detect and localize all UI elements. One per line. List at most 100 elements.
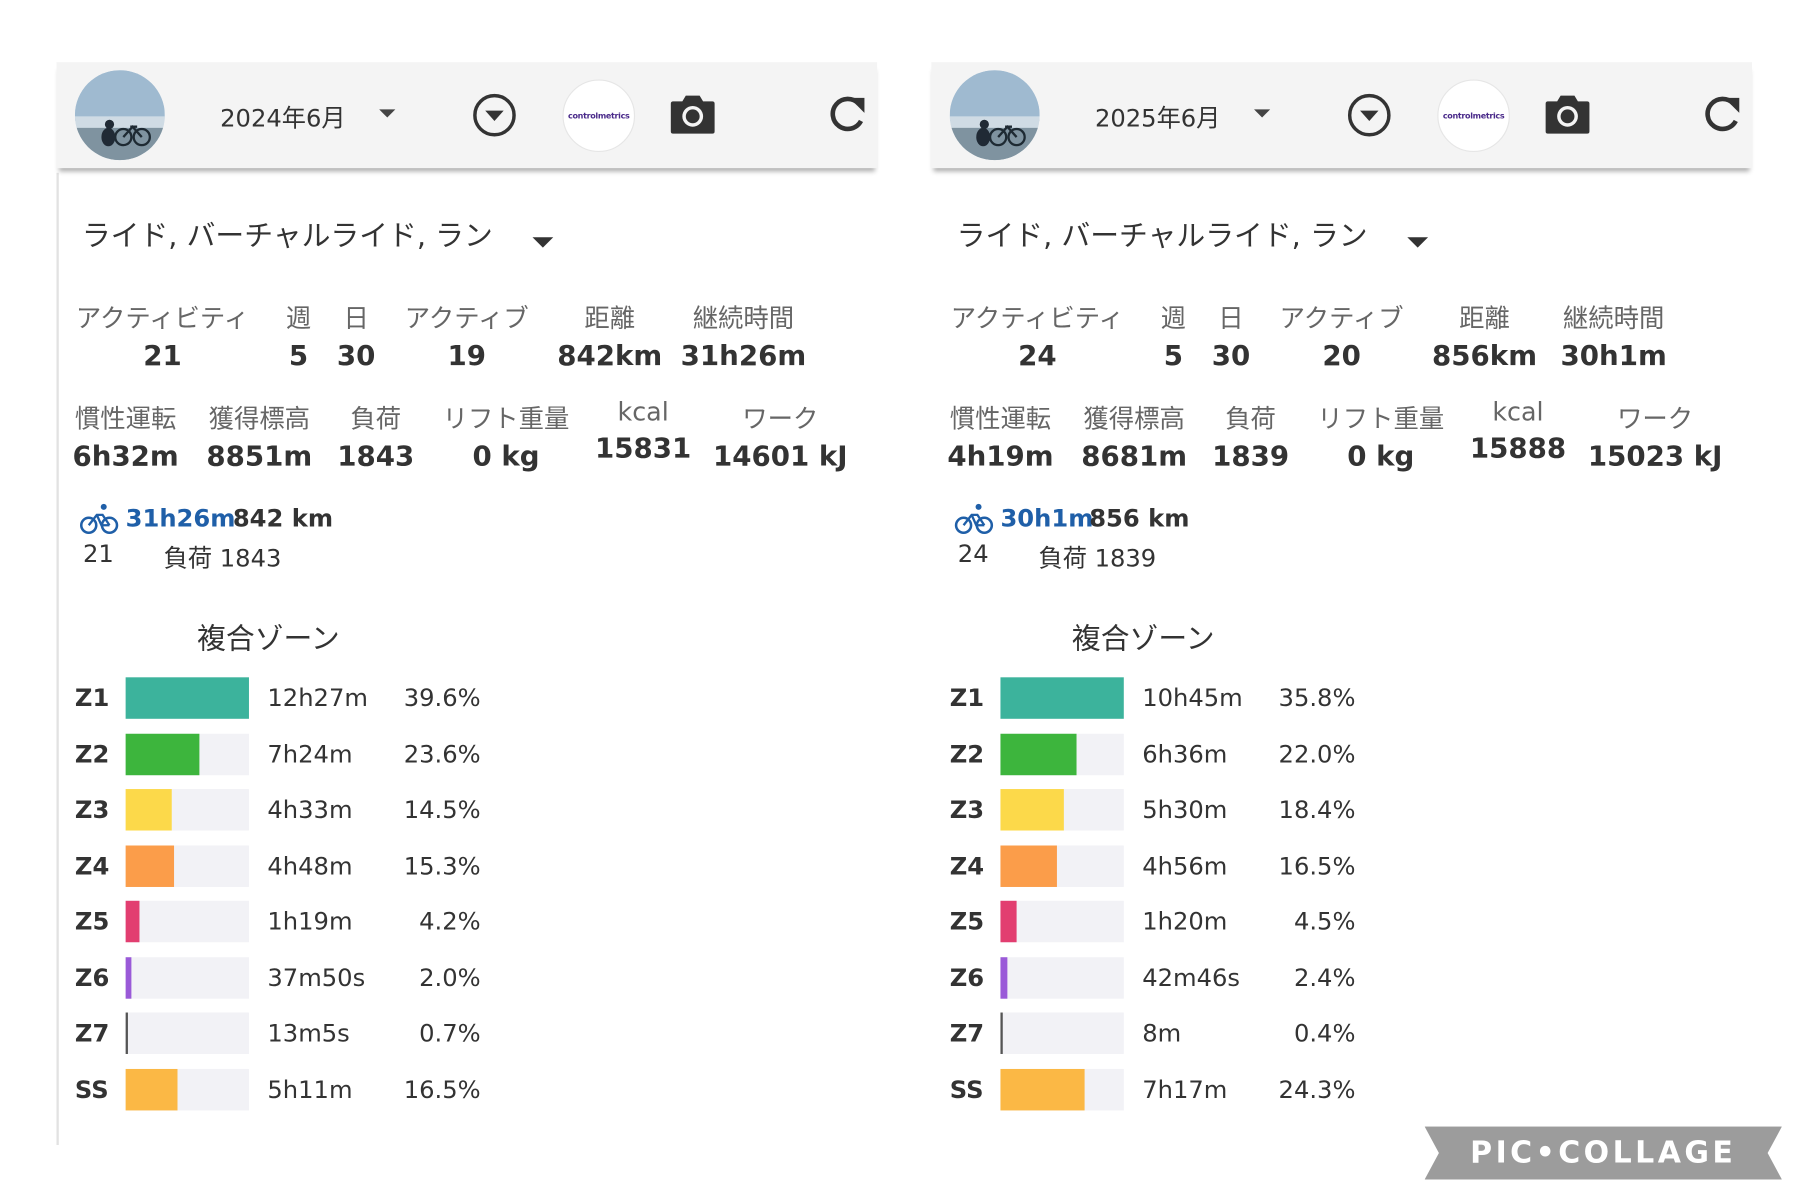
zone-label: Z7	[74, 1019, 110, 1048]
zone-bar-fill	[125, 789, 172, 831]
zone-bar-track	[1000, 1068, 1124, 1110]
stat-value: 30	[336, 339, 376, 373]
chevron-down-icon[interactable]	[1407, 237, 1429, 248]
zone-label: Z3	[949, 795, 985, 824]
stat-lift-weight: リフト重量 0 kg	[1317, 399, 1445, 473]
stat-value: 24	[1018, 339, 1057, 373]
summary-load: 負荷 1843	[163, 544, 282, 573]
zone-time: 4h48m	[267, 851, 353, 880]
zone-label: SS	[74, 1075, 109, 1103]
refresh-icon[interactable]	[1699, 93, 1743, 137]
zone-bar-fill	[125, 844, 174, 887]
month-selector[interactable]: 2024年6月	[220, 100, 345, 135]
stat-value: 31h26m	[680, 339, 807, 373]
zone-time: 12h27m	[267, 684, 368, 712]
stat-value: 15888	[1469, 431, 1567, 465]
stat-activities: アクティビティ 24	[951, 298, 1124, 372]
zone-percent: 2.0%	[419, 963, 481, 992]
stat-days: 日 30	[1212, 298, 1251, 372]
stat-label: 週	[1160, 305, 1187, 335]
zone-time: 5h30m	[1142, 795, 1228, 824]
stat-value: 20	[1322, 339, 1361, 373]
chevron-down-icon[interactable]	[1254, 109, 1271, 118]
zone-bar-fill	[1000, 1012, 1003, 1054]
zone-time: 37m50s	[267, 963, 366, 992]
zone-bar-fill	[1000, 956, 1008, 999]
stat-label: kcal	[617, 398, 669, 428]
zone-bar-fill	[1000, 844, 1058, 887]
toolbar: 2025年6月 controlmetrics	[931, 62, 1752, 169]
refresh-icon[interactable]	[824, 93, 868, 137]
stat-elevation: 獲得標高 8681m	[1081, 399, 1187, 472]
zone-row-z1: Z1 12h27m 39.6%	[75, 677, 536, 719]
zone-percent: 24.3%	[1278, 1075, 1356, 1103]
stat-label: アクティビティ	[75, 305, 250, 335]
zone-row-z3: Z3 5h30m 18.4%	[949, 789, 1411, 831]
zone-bar-track	[125, 1012, 249, 1054]
summary-activity-count: 24	[957, 540, 989, 568]
stat-kcal: kcal 15831	[595, 399, 691, 465]
zone-label: Z4	[949, 851, 985, 880]
controlmetrics-logo-button[interactable]: controlmetrics	[562, 79, 636, 153]
zone-bar-fill	[125, 677, 249, 719]
zone-bar-fill	[125, 900, 140, 943]
summary-duration[interactable]: 31h26m	[126, 505, 236, 533]
stat-label: リフト重量	[1317, 405, 1445, 435]
zone-label: Z7	[949, 1019, 985, 1048]
zone-time: 6h36m	[1142, 740, 1228, 768]
summary-duration[interactable]: 30h1m	[1000, 505, 1093, 533]
expand-circle-icon[interactable]	[471, 92, 517, 138]
zone-bar-fill	[1000, 1068, 1085, 1110]
expand-circle-icon[interactable]	[1346, 92, 1392, 138]
stat-label: ワーク	[742, 405, 819, 435]
zone-bar-track	[125, 733, 249, 775]
zone-percent: 35.8%	[1278, 684, 1356, 712]
activity-type-filter[interactable]: ライド, バーチャルライド, ラン	[82, 213, 493, 254]
zone-percent: 18.4%	[1278, 795, 1356, 824]
stat-duration: 継続時間 31h26m	[681, 298, 807, 372]
pic-collage-watermark: PIC•COLLAGE	[1424, 1126, 1782, 1180]
zone-time: 13m5s	[267, 1019, 350, 1048]
zone-row-z5: Z5 1h19m 4.2%	[75, 900, 536, 943]
month-selector[interactable]: 2025年6月	[1095, 100, 1220, 135]
stat-load: 負荷 1843	[337, 399, 414, 472]
stat-label: 距離	[584, 305, 636, 335]
zone-percent: 4.5%	[1293, 907, 1356, 936]
avatar[interactable]	[949, 70, 1040, 161]
summary-load: 負荷 1839	[1038, 544, 1157, 573]
zone-percent: 15.3%	[403, 851, 481, 880]
stat-days: 日 30	[337, 298, 376, 372]
stat-value: 6h32m	[72, 440, 179, 473]
camera-icon[interactable]	[669, 92, 717, 136]
stat-lift-weight: リフト重量 0 kg	[443, 399, 570, 472]
summary-distance: 842 km	[232, 504, 334, 533]
stat-label: 慣性運転	[74, 405, 177, 435]
stat-work: ワーク 15023 kJ	[1588, 399, 1723, 472]
activity-type-filter[interactable]: ライド, バーチャルライド, ラン	[957, 213, 1368, 254]
zone-label: Z3	[74, 795, 110, 824]
chevron-down-icon[interactable]	[379, 109, 396, 118]
stat-elevation: 獲得標高 8851m	[206, 399, 313, 473]
camera-icon[interactable]	[1543, 92, 1591, 136]
stat-active: アクティブ 20	[1280, 298, 1404, 372]
zone-bar-track	[125, 956, 249, 999]
zone-label: SS	[949, 1075, 984, 1103]
stat-value: 19	[447, 339, 487, 373]
zone-percent: 23.6%	[403, 740, 481, 768]
zone-bar-track	[1000, 900, 1124, 943]
stat-label: 継続時間	[692, 305, 795, 335]
stat-value: 856km	[1432, 339, 1538, 373]
controlmetrics-logo-button[interactable]: controlmetrics	[1437, 79, 1510, 153]
zones-title: 複合ゾーン	[197, 622, 340, 656]
bike-icon	[954, 503, 994, 535]
stat-label: 日	[1218, 305, 1244, 335]
stat-value: 8851m	[206, 440, 313, 473]
zone-row-z6: Z6 37m50s 2.0%	[75, 956, 536, 999]
avatar[interactable]	[74, 70, 165, 161]
zone-bar-fill	[1000, 789, 1064, 831]
stat-value: 0 kg	[1347, 440, 1415, 473]
zone-bar-track	[125, 1068, 249, 1110]
zone-percent: 4.2%	[419, 907, 481, 936]
chevron-down-icon[interactable]	[532, 237, 554, 248]
zone-bar-track	[125, 844, 249, 887]
